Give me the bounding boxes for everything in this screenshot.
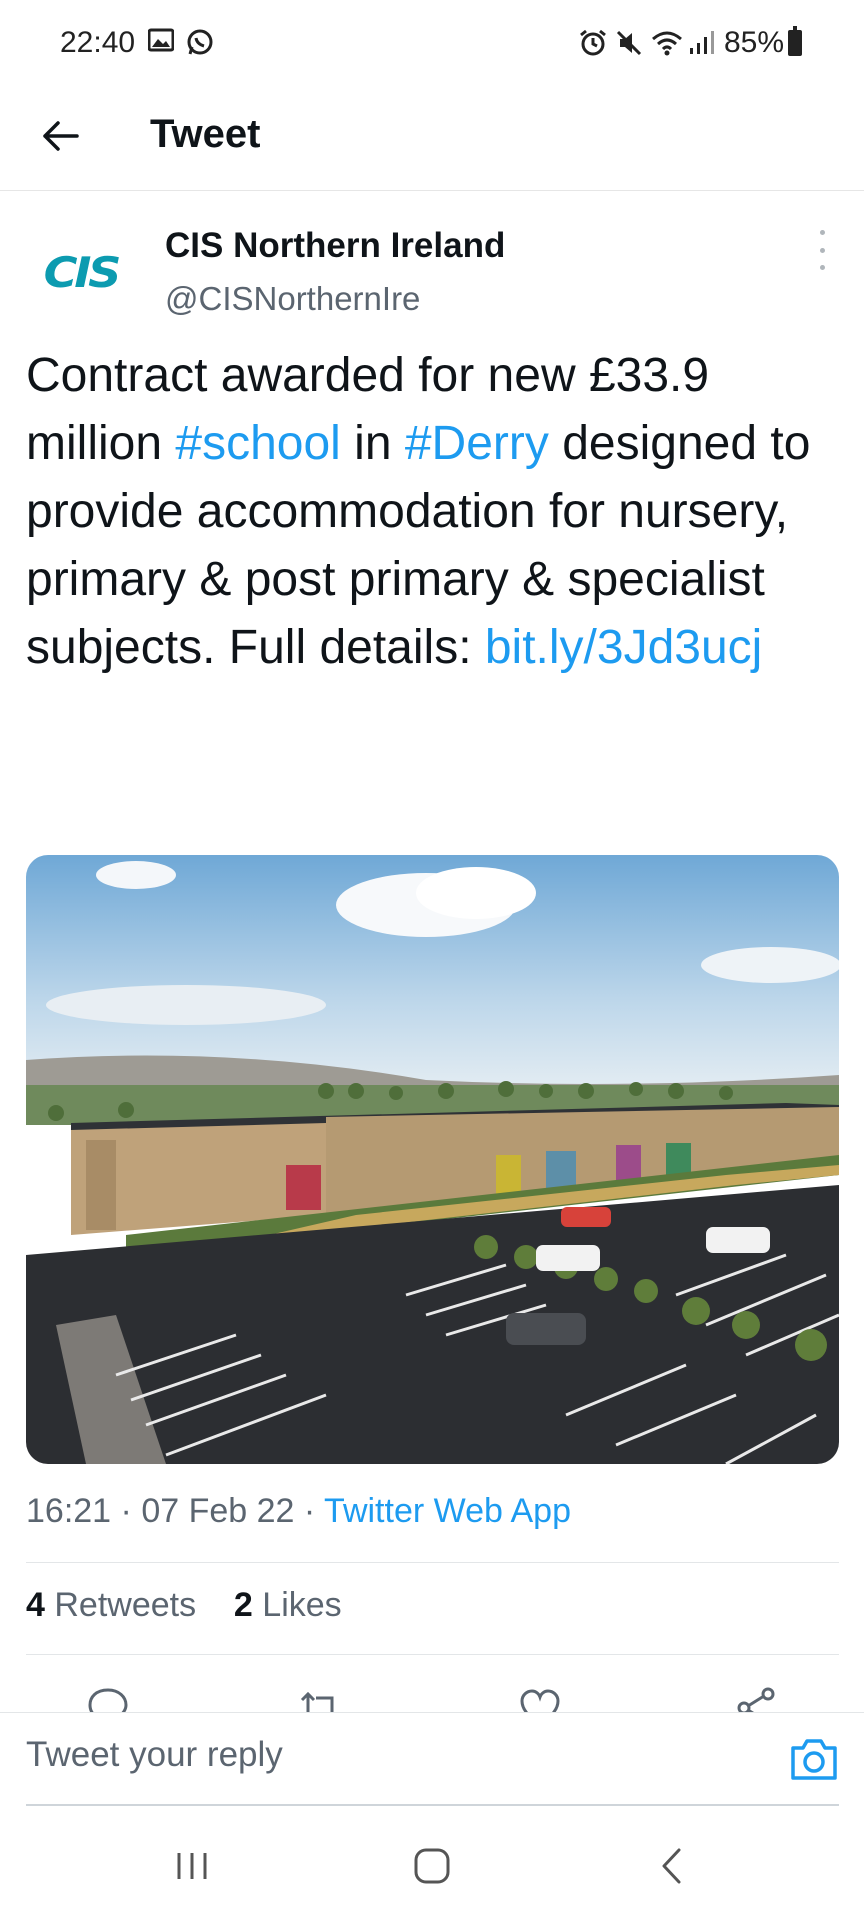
reply-bar xyxy=(0,1712,864,1807)
system-nav-bar xyxy=(0,1806,864,1920)
hashtag-derry[interactable]: #Derry xyxy=(405,417,549,470)
gallery-icon xyxy=(147,28,175,58)
status-bar: 22:40 85% xyxy=(0,0,864,86)
tweet-image[interactable] xyxy=(26,855,839,1464)
wifi-icon xyxy=(650,28,684,64)
tweet-date: 07 Feb 22 xyxy=(141,1492,295,1530)
signal-icon xyxy=(688,28,716,62)
tweet-meta: 16:21 · 07 Feb 22 · Twitter Web App xyxy=(26,1492,571,1530)
author-handle[interactable]: @CISNorthernIre xyxy=(165,280,420,318)
tweet-source[interactable]: Twitter Web App xyxy=(324,1492,571,1530)
battery-icon xyxy=(788,26,802,56)
app-header: Tweet xyxy=(0,86,864,191)
school-rendering-image xyxy=(26,855,839,1464)
whatsapp-icon xyxy=(186,28,214,62)
hashtag-school[interactable]: #school xyxy=(175,417,340,470)
recents-icon[interactable] xyxy=(162,1836,222,1896)
back-button[interactable] xyxy=(30,106,90,166)
tweet-link[interactable]: bit.ly/3Jd3ucj xyxy=(485,621,762,674)
tweet-stats: 4 Retweets 2 Likes xyxy=(26,1586,342,1625)
reply-input[interactable] xyxy=(26,1735,766,1775)
tweet-text-part: in xyxy=(340,417,405,470)
like-icon[interactable] xyxy=(518,1686,562,1712)
mute-icon xyxy=(614,28,644,64)
status-time: 22:40 xyxy=(60,26,136,59)
likes-count: 2 xyxy=(233,1586,253,1624)
retweets-link[interactable]: 4 Retweets xyxy=(26,1586,196,1624)
divider xyxy=(26,1562,839,1563)
author-name[interactable]: CIS Northern Ireland xyxy=(165,226,505,266)
tweet-time: 16:21 xyxy=(26,1492,112,1530)
back-icon[interactable] xyxy=(642,1836,702,1896)
tweet-actions xyxy=(0,1650,864,1712)
page-title: Tweet xyxy=(150,112,261,156)
avatar[interactable]: CIS xyxy=(26,242,136,302)
likes-link[interactable]: 2 Likes xyxy=(234,1586,342,1624)
home-icon[interactable] xyxy=(402,1836,462,1896)
retweets-label: Retweets xyxy=(54,1586,197,1624)
likes-label: Likes xyxy=(262,1586,342,1624)
arrow-left-icon xyxy=(43,121,79,151)
reply-icon[interactable] xyxy=(86,1686,130,1712)
more-options-icon[interactable] xyxy=(810,230,834,270)
retweet-icon[interactable] xyxy=(298,1686,342,1712)
share-icon[interactable] xyxy=(734,1686,778,1712)
camera-icon[interactable] xyxy=(788,1735,840,1783)
alarm-icon xyxy=(578,28,608,64)
retweets-count: 4 xyxy=(26,1586,45,1624)
tweet-text: Contract awarded for new £33.9 million #… xyxy=(26,342,836,682)
avatar-logo-text: CIS xyxy=(43,247,122,297)
battery-percentage: 85% xyxy=(724,26,785,59)
